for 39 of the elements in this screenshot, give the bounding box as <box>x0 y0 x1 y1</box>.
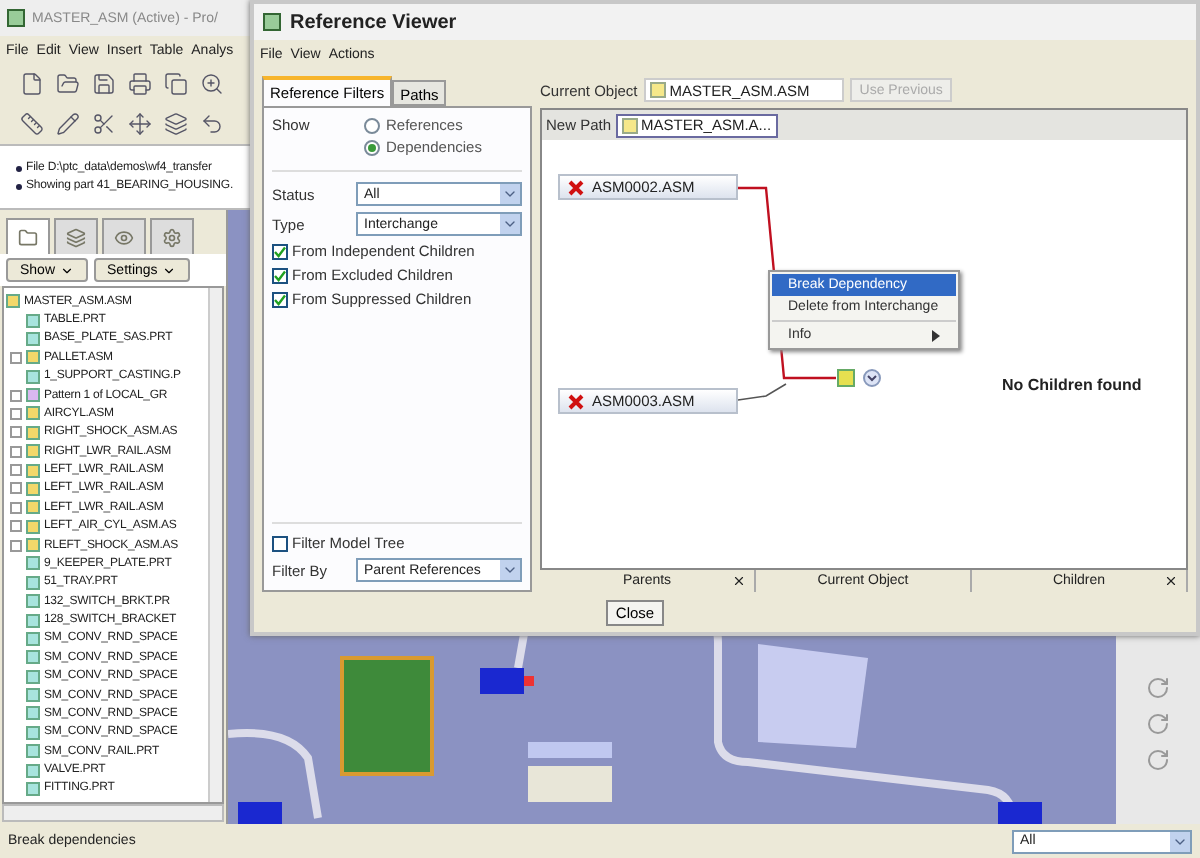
scrollbar[interactable] <box>2 804 224 822</box>
toolbar-icon[interactable] <box>200 72 224 96</box>
bullet-icon <box>16 165 22 171</box>
toolbar-icon[interactable] <box>128 72 152 96</box>
eye-icon <box>114 227 134 247</box>
app-icon <box>6 8 26 28</box>
toolbar-icon[interactable] <box>164 72 188 96</box>
navigator-tab[interactable] <box>150 218 194 254</box>
caret-icon <box>59 263 74 277</box>
close-icon[interactable] <box>1164 574 1178 588</box>
navigator-tab[interactable] <box>54 218 98 254</box>
toolbar-icon[interactable] <box>92 72 116 96</box>
close-icon[interactable] <box>732 574 746 588</box>
toolbar-icon[interactable] <box>200 112 224 136</box>
navigator-tab[interactable] <box>102 218 146 254</box>
toolbar-icon[interactable] <box>20 112 44 136</box>
toolbar-icon[interactable] <box>164 112 188 136</box>
navigator-tab[interactable] <box>6 218 50 254</box>
rotate-icon[interactable] <box>1146 748 1170 772</box>
dialog-title: Reference Viewer <box>290 11 457 33</box>
caret-icon <box>161 263 176 277</box>
error-x-icon <box>568 393 584 409</box>
error-x-icon <box>568 179 584 195</box>
app-icon <box>262 12 282 32</box>
layers-icon <box>66 227 86 247</box>
empty-message: No Children found <box>1002 376 1142 394</box>
rotate-icon[interactable] <box>1146 676 1170 700</box>
toolbar-icon[interactable] <box>92 112 116 136</box>
toolbar-icon[interactable] <box>20 72 44 96</box>
expand-icon[interactable] <box>862 368 882 388</box>
toolbar-icon[interactable] <box>56 72 80 96</box>
bullet-icon <box>16 183 22 189</box>
scrollbar[interactable] <box>208 288 222 802</box>
rotate-icon[interactable] <box>1146 712 1170 736</box>
toolbar-icon[interactable] <box>56 112 80 136</box>
folder-icon <box>18 227 38 247</box>
dependency-line <box>737 383 787 401</box>
toolbar-icon[interactable] <box>128 112 152 136</box>
gear-icon <box>162 227 182 247</box>
